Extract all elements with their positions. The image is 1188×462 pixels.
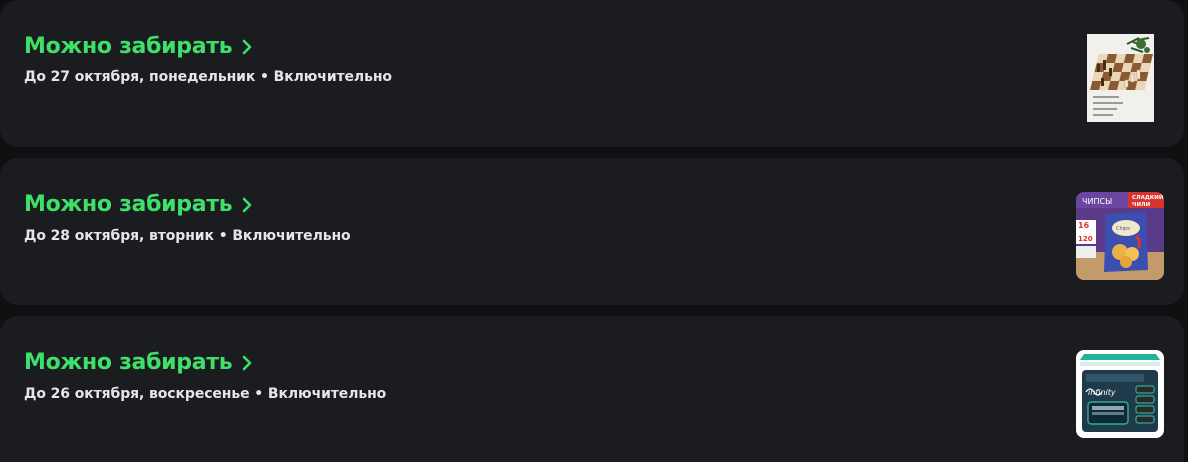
pickup-deadline: До 26 октября, воскресенье • Включительн… <box>24 386 387 402</box>
product-thumbnail-razor-cartridges[interactable]: infinity <box>1076 350 1164 438</box>
svg-text:16: 16 <box>1078 221 1090 230</box>
order-card[interactable]: Можно забирать До 26 октября, воскресень… <box>0 316 1184 462</box>
chips-pack-icon: ЧИПСЫ СЛАДКИЙ ЧИЛИ 16 120 Chips <box>1076 192 1164 280</box>
order-card[interactable]: Можно забирать До 27 октября, понедельни… <box>0 0 1184 147</box>
chevron-right-icon <box>243 39 252 55</box>
order-status-label: Можно забирать <box>24 192 233 217</box>
product-thumbnail-chips[interactable]: ЧИПСЫ СЛАДКИЙ ЧИЛИ 16 120 Chips <box>1076 192 1164 280</box>
svg-text:Chips: Chips <box>1116 226 1130 232</box>
chevron-right-icon <box>243 197 252 213</box>
thumb-label-chips: ЧИПСЫ <box>1082 197 1112 206</box>
orders-list: Можно забирать До 27 октября, понедельни… <box>0 0 1188 462</box>
pickup-deadline: До 28 октября, вторник • Включительно <box>24 228 351 244</box>
svg-text:120: 120 <box>1078 235 1093 243</box>
order-status-link[interactable]: Можно забирать <box>24 350 254 376</box>
chevron-right-icon <box>243 355 252 371</box>
svg-text:ЧИЛИ: ЧИЛИ <box>1132 202 1151 208</box>
order-status-label: Можно забирать <box>24 34 233 59</box>
pickup-deadline: До 27 октября, понедельник • Включительн… <box>24 69 392 85</box>
svg-text:СЛАДКИЙ: СЛАДКИЙ <box>1132 193 1164 201</box>
chess-set-icon <box>1087 34 1154 122</box>
razor-cartridges-icon: infinity <box>1076 350 1164 438</box>
order-status-link[interactable]: Можно забирать <box>24 34 254 60</box>
order-card[interactable]: Можно забирать До 28 октября, вторник • … <box>0 158 1184 305</box>
order-status-link[interactable]: Можно забирать <box>24 192 254 218</box>
order-status-label: Можно забирать <box>24 350 233 375</box>
product-thumbnail-chess-set[interactable] <box>1087 34 1154 122</box>
